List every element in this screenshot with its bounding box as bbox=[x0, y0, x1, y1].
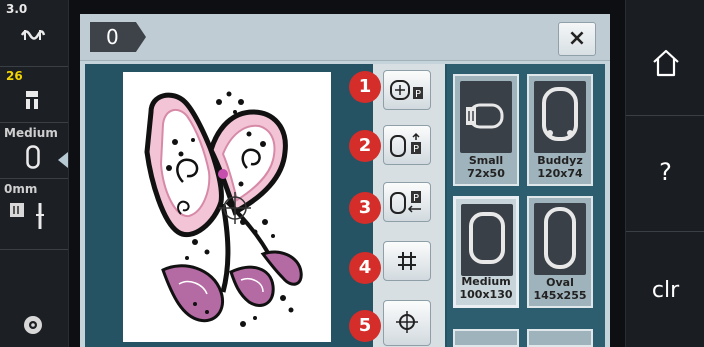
empty-slot bbox=[0, 250, 68, 302]
clear-label: clr bbox=[651, 278, 680, 303]
hoop-outline-icon bbox=[26, 145, 40, 173]
hoop-size: 145x255 bbox=[533, 289, 587, 302]
hoop-option-next[interactable] bbox=[453, 329, 519, 347]
callout-badge-1: 1 bbox=[349, 71, 381, 103]
needle-label: 0mm bbox=[4, 182, 38, 196]
move-hoop-park-button[interactable]: P bbox=[383, 70, 431, 110]
callout-badge-3: 3 bbox=[349, 192, 381, 224]
main-dialog: 0 × P P P Small 72x50 Buddyz 120x74 Medi… bbox=[80, 14, 610, 347]
hoop-left-park-button[interactable]: P bbox=[383, 182, 431, 222]
dialog-tab: 0 bbox=[90, 22, 146, 52]
hoop-size: 72x50 bbox=[467, 167, 505, 180]
hoop-label: Buddyz 120x74 bbox=[529, 154, 591, 180]
paisley-heart-design bbox=[144, 91, 303, 327]
move-hoop-park-icon: P bbox=[390, 80, 423, 100]
embroidery-workarea: P P P Small 72x50 Buddyz 120x74 Medium 1… bbox=[85, 64, 605, 347]
bobbin-button[interactable] bbox=[0, 302, 68, 347]
tension-button[interactable]: 3.0 bbox=[0, 0, 68, 67]
needle-icon bbox=[8, 201, 48, 237]
medium-hoop-image bbox=[461, 204, 513, 276]
tool-strip: P P P bbox=[373, 64, 445, 347]
hoop-option-small[interactable]: Small 72x50 bbox=[453, 74, 519, 186]
stitch-button[interactable]: 26 bbox=[0, 67, 68, 123]
hoop-name: Medium bbox=[461, 275, 511, 288]
hoop-left-park-icon: P bbox=[390, 191, 421, 214]
hoop-option-next[interactable] bbox=[527, 329, 593, 347]
hoop-up-park-button[interactable]: P bbox=[383, 125, 431, 165]
grid-button[interactable] bbox=[383, 241, 431, 281]
stitch-number: 26 bbox=[6, 69, 23, 83]
center-button[interactable] bbox=[383, 300, 431, 346]
design-preview[interactable] bbox=[123, 72, 331, 342]
hoop-button[interactable]: Medium bbox=[0, 123, 68, 179]
hoop-selection-panel: Small 72x50 Buddyz 120x74 Medium 100x130 Ov… bbox=[447, 64, 605, 347]
dialog-titlebar: 0 × bbox=[80, 14, 610, 61]
svg-text:P: P bbox=[413, 193, 419, 204]
tension-value: 3.0 bbox=[6, 2, 28, 16]
hoop-name: Small bbox=[468, 154, 504, 167]
help-button[interactable]: ? bbox=[626, 116, 704, 232]
buddyz-hoop-image bbox=[534, 81, 586, 153]
svg-text:P: P bbox=[413, 144, 419, 155]
hoop-name: Buddyz bbox=[537, 154, 583, 167]
grid-icon bbox=[398, 252, 416, 270]
home-icon bbox=[652, 49, 679, 77]
thread-tension-icon bbox=[20, 26, 46, 48]
oval-hoop-image bbox=[534, 203, 586, 275]
hoop-size: 120x74 bbox=[537, 167, 583, 180]
foot-stitch-icon bbox=[24, 89, 40, 115]
hoop-option-oval[interactable]: Oval 145x255 bbox=[527, 196, 593, 308]
hoop-option-buddyz[interactable]: Buddyz 120x74 bbox=[527, 74, 593, 186]
center-crosshair-icon bbox=[396, 311, 418, 333]
hoop-label: Small 72x50 bbox=[455, 154, 517, 180]
small-hoop-image bbox=[460, 81, 512, 153]
close-button[interactable]: × bbox=[558, 22, 596, 56]
callout-badge-5: 5 bbox=[349, 310, 381, 342]
help-label: ? bbox=[659, 158, 672, 186]
hoop-size: 100x130 bbox=[459, 288, 513, 301]
left-sidebar: 3.0 26 Medium 0mm bbox=[0, 0, 69, 347]
callout-badge-2: 2 bbox=[349, 130, 381, 162]
callout-badge-4: 4 bbox=[349, 252, 381, 284]
svg-text:P: P bbox=[415, 89, 421, 100]
hoop-name: Oval bbox=[546, 276, 574, 289]
needle-position-button[interactable]: 0mm bbox=[0, 179, 68, 250]
clear-button[interactable]: clr bbox=[626, 232, 704, 347]
hoop-label: Medium 100x130 bbox=[456, 275, 516, 301]
home-button[interactable] bbox=[626, 0, 704, 116]
right-sidebar: ? clr bbox=[625, 0, 704, 347]
hoop-label: Medium bbox=[4, 126, 58, 140]
active-indicator-arrow bbox=[58, 152, 68, 168]
hoop-up-park-icon: P bbox=[390, 132, 421, 157]
hoop-label: Oval 145x255 bbox=[529, 276, 591, 302]
bobbin-icon bbox=[22, 314, 44, 340]
hoop-option-medium[interactable]: Medium 100x130 bbox=[453, 196, 519, 308]
